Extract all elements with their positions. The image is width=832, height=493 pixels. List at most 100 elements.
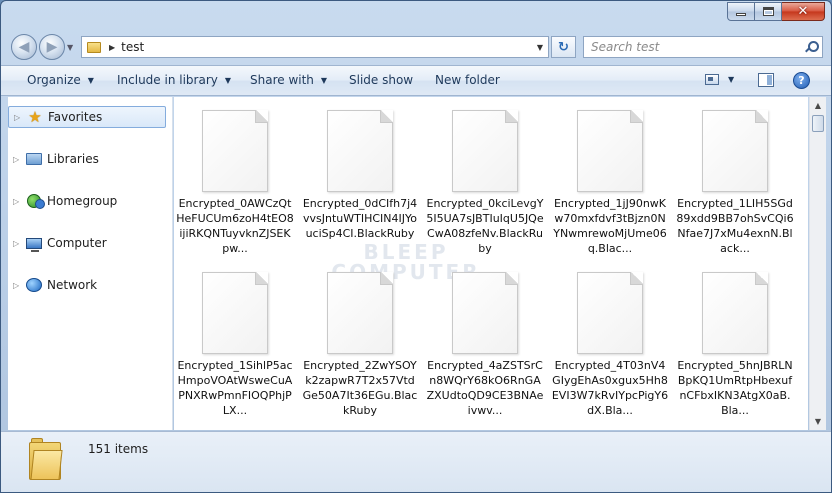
file-item[interactable]: Encrypted_1LIH5SGd89xdd9BB7ohSvCQi6Nfae7…: [676, 110, 794, 256]
file-item[interactable]: Encrypted_4aZSTSrCn8WQrY68kO6RnGAZXUdtoQ…: [426, 272, 544, 418]
document-icon: [577, 110, 643, 192]
scroll-up-icon[interactable]: ▲: [810, 97, 826, 114]
file-item[interactable]: Encrypted_1SihlP5acHmpoVOAtWsweCuAPNXRwP…: [176, 272, 294, 418]
item-count: 151 items: [88, 442, 149, 456]
refresh-button[interactable]: ↻: [551, 36, 576, 58]
file-item[interactable]: Encrypted_2ZwYSOYk2zapwR7T2x57VtdGe50A7I…: [301, 272, 419, 418]
nav-item-homegroup[interactable]: ▷ Homegroup: [8, 190, 166, 212]
nav-item-network[interactable]: ▷ Network: [8, 274, 166, 296]
nav-item-label: Libraries: [47, 152, 99, 166]
close-icon: ✕: [797, 4, 809, 19]
explorer-window: ✕ ◀ ▶ ▼ ▶ test ▼ ↻ Search test Organize ▼…: [0, 0, 832, 493]
caption-buttons: ✕: [727, 2, 825, 21]
scrollbar-thumb[interactable]: [812, 115, 824, 132]
search-icon[interactable]: [805, 41, 819, 53]
libraries-icon: [25, 151, 43, 167]
refresh-icon: ↻: [558, 39, 569, 55]
expand-arrow-icon[interactable]: ▷: [13, 281, 23, 290]
file-item[interactable]: Encrypted_4T03nV4GIygEhAs0xgux5Hh8EVI3W7…: [551, 272, 669, 418]
document-icon: [452, 272, 518, 354]
back-arrow-icon: ◀: [18, 39, 30, 55]
file-item[interactable]: Encrypted_1jJ90nwKw70mxfdvf3tBjzn0NYNwmr…: [551, 110, 669, 256]
file-item[interactable]: Encrypted_0kciLevgY5I5UA7sJBTIuIqU5JQeCw…: [426, 110, 544, 256]
slide-show-label: Slide show: [349, 73, 414, 87]
forward-button[interactable]: ▶: [39, 34, 65, 60]
back-button[interactable]: ◀: [11, 34, 37, 60]
minimize-button[interactable]: [727, 2, 755, 21]
search-box[interactable]: Search test: [583, 36, 823, 58]
address-bar[interactable]: ▶ test ▼: [81, 36, 549, 58]
file-name: Encrypted_0dCIfh7j4vvsJntuWTIHCIN4IJYouc…: [302, 197, 418, 240]
expand-arrow-icon[interactable]: ▷: [13, 197, 23, 206]
share-with-button[interactable]: Share with ▼: [250, 73, 327, 87]
nav-item-libraries[interactable]: ▷ Libraries: [8, 148, 166, 170]
close-button[interactable]: ✕: [782, 2, 825, 21]
document-icon: [202, 272, 268, 354]
minimize-icon: [736, 13, 746, 16]
new-folder-button[interactable]: New folder: [435, 73, 500, 87]
scroll-down-icon[interactable]: ▼: [810, 413, 826, 430]
file-name: Encrypted_0kciLevgY5I5UA7sJBTIuIqU5JQeCw…: [426, 197, 544, 255]
document-icon: [327, 110, 393, 192]
file-name: Encrypted_5hnJBRLNBpKQ1UmRtpHbexufnCFbxI…: [677, 359, 793, 417]
breadcrumb-separator-icon[interactable]: ▶: [109, 43, 115, 52]
document-icon: [702, 110, 768, 192]
nav-item-label: Computer: [47, 236, 107, 250]
recent-pages-dropdown-icon[interactable]: ▼: [67, 43, 73, 52]
include-in-library-label: Include in library: [117, 73, 218, 87]
help-icon[interactable]: ?: [793, 72, 810, 89]
file-name: Encrypted_4aZSTSrCn8WQrY68kO6RnGAZXUdtoQ…: [426, 359, 544, 417]
document-icon: [702, 272, 768, 354]
nav-item-label: Favorites: [48, 110, 103, 124]
document-icon: [202, 110, 268, 192]
search-input[interactable]: Search test: [591, 40, 659, 54]
homegroup-icon: [25, 193, 45, 209]
nav-item-label: Homegroup: [47, 194, 118, 208]
expand-arrow-icon[interactable]: ▷: [14, 113, 24, 122]
file-name: Encrypted_1LIH5SGd89xdd9BB7ohSvCQi6Nfae7…: [676, 197, 794, 255]
computer-icon: [25, 235, 43, 252]
file-item[interactable]: Encrypted_0AWCzQtHeFUCUm6zoH4tEO8ijiRKQN…: [176, 110, 294, 256]
file-name: Encrypted_1jJ90nwKw70mxfdvf3tBjzn0NYNwmr…: [553, 197, 667, 255]
breadcrumb-test[interactable]: test: [121, 40, 144, 54]
folder-icon: [29, 438, 63, 480]
chevron-down-icon: ▼: [224, 75, 232, 85]
slide-show-button[interactable]: Slide show: [349, 73, 413, 87]
file-name: Encrypted_2ZwYSOYk2zapwR7T2x57VtdGe50A7I…: [302, 359, 418, 417]
document-icon: [577, 272, 643, 354]
details-pane: 151 items: [1, 431, 831, 492]
network-icon: [25, 277, 43, 293]
organize-label: Organize: [27, 73, 81, 87]
nav-item-label: Network: [47, 278, 98, 292]
nav-item-favorites[interactable]: ▷ ★ Favorites: [8, 106, 166, 128]
nav-item-computer[interactable]: ▷ Computer: [8, 232, 166, 254]
star-icon: ★: [28, 108, 42, 126]
navigation-pane: ▷ ★ Favorites ▷ Libraries ▷ Homegroup ▷ …: [8, 97, 173, 430]
address-dropdown-icon[interactable]: ▼: [537, 43, 543, 52]
new-folder-label: New folder: [435, 73, 500, 87]
maximize-icon: [762, 7, 774, 16]
document-icon: [452, 110, 518, 192]
include-in-library-button[interactable]: Include in library ▼: [117, 73, 231, 87]
expand-arrow-icon[interactable]: ▷: [13, 239, 23, 248]
file-list: BLEEP COMPUTER Encrypted_0AWCzQtHeFUCUm6…: [174, 97, 808, 430]
maximize-button[interactable]: [755, 2, 782, 21]
share-with-label: Share with: [250, 73, 314, 87]
folder-icon: [87, 41, 101, 53]
forward-arrow-icon: ▶: [46, 39, 58, 55]
file-name: Encrypted_0AWCzQtHeFUCUm6zoH4tEO8ijiRKQN…: [176, 197, 294, 255]
chevron-down-icon: ▼: [320, 75, 328, 85]
change-view-icon[interactable]: [705, 74, 719, 85]
file-item[interactable]: Encrypted_0dCIfh7j4vvsJntuWTIHCIN4IJYouc…: [301, 110, 419, 241]
chevron-down-icon: ▼: [87, 75, 94, 85]
document-icon: [327, 272, 393, 354]
expand-arrow-icon[interactable]: ▷: [13, 155, 23, 164]
preview-pane-icon[interactable]: [758, 73, 774, 87]
file-name: Encrypted_4T03nV4GIygEhAs0xgux5Hh8EVI3W7…: [551, 359, 669, 417]
organize-button[interactable]: Organize ▼: [27, 73, 94, 87]
file-name: Encrypted_1SihlP5acHmpoVOAtWsweCuAPNXRwP…: [177, 359, 293, 417]
file-item[interactable]: Encrypted_5hnJBRLNBpKQ1UmRtpHbexufnCFbxI…: [676, 272, 794, 418]
vertical-scrollbar[interactable]: ▲ ▼: [809, 97, 826, 430]
view-options-dropdown-icon[interactable]: ▼: [728, 75, 734, 84]
help-glyph: ?: [798, 74, 805, 87]
